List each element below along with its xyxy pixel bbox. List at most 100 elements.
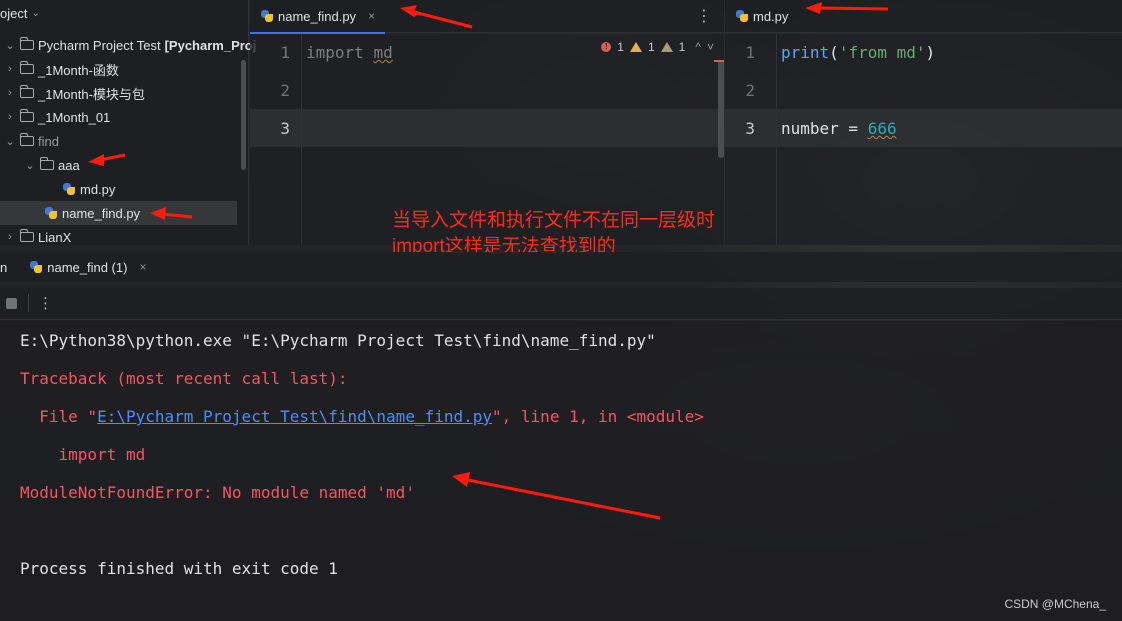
watermark: CSDN @MChena_ bbox=[1004, 597, 1106, 611]
chevron-down-icon[interactable]: ⌄ bbox=[31, 8, 39, 19]
folder-icon bbox=[20, 61, 34, 74]
expand-arrow-icon[interactable]: › bbox=[4, 87, 16, 99]
code-function: print bbox=[781, 43, 830, 62]
run-tab-label: name_find (1) bbox=[47, 259, 128, 275]
tree-item-label: find bbox=[38, 133, 59, 149]
python-file-icon bbox=[62, 182, 76, 196]
run-tool-title: n bbox=[0, 259, 8, 275]
folder-icon bbox=[40, 157, 54, 170]
previous-highlight-icon[interactable]: ^ bbox=[695, 40, 701, 54]
weak-warning-count: 1 bbox=[678, 40, 686, 54]
tree-item-md-py[interactable]: md.py bbox=[62, 177, 115, 201]
line-number: 1 bbox=[280, 43, 290, 62]
console-line-command: E:\Python38\python.exe "E:\Pycharm Proje… bbox=[20, 331, 656, 350]
code-keyword: import bbox=[306, 43, 364, 62]
tree-item-aaa[interactable]: ⌄ aaa bbox=[24, 153, 80, 177]
console-line-source: import md bbox=[20, 445, 146, 464]
tree-item-label: name_find.py bbox=[62, 205, 141, 221]
editor-gutter bbox=[725, 34, 777, 245]
code-number: 666 bbox=[867, 119, 897, 138]
tree-item-name-find-py[interactable]: name_find.py bbox=[0, 201, 237, 225]
more-options-icon[interactable]: ⋮ bbox=[696, 6, 712, 26]
expand-arrow-icon[interactable]: ⌄ bbox=[4, 135, 16, 148]
expand-arrow-icon[interactable]: › bbox=[4, 111, 16, 123]
line-number: 1 bbox=[745, 43, 755, 62]
python-file-icon bbox=[260, 9, 274, 23]
folder-icon bbox=[20, 85, 34, 98]
tab-run-name-find[interactable]: name_find (1) × bbox=[29, 252, 146, 282]
error-count: 1 bbox=[617, 40, 624, 54]
console-line-traceback: Traceback (most recent call last): bbox=[20, 369, 348, 388]
tab-label: md.py bbox=[753, 8, 789, 24]
tree-root-suffix: [Pycharm_Proj bbox=[164, 37, 257, 53]
tree-root-label: Pycharm Project Test bbox=[38, 37, 161, 53]
more-options-icon[interactable]: ⋮ bbox=[38, 294, 53, 312]
editor-gutter bbox=[250, 34, 302, 245]
editor-left-tabbar: name_find.py × ⋮ bbox=[250, 0, 724, 34]
console-file-link[interactable]: E:\Pycharm Project Test\find\name_find.p… bbox=[97, 407, 492, 426]
annotation-line-1: 当导入文件和执行文件不在同一层级时 bbox=[392, 210, 716, 231]
run-tabbar: n name_find (1) × bbox=[0, 252, 1122, 282]
tree-item-label: _1Month-模块与包 bbox=[38, 86, 145, 102]
next-highlight-icon[interactable]: ˅ bbox=[707, 40, 714, 54]
error-icon: ! bbox=[601, 42, 612, 52]
tree-item-find[interactable]: ⌄ find bbox=[4, 129, 59, 153]
python-file-icon bbox=[29, 260, 43, 274]
tree-item-1month-modules[interactable]: › _1Month-模块与包 bbox=[4, 81, 145, 105]
code-paren: ) bbox=[925, 43, 936, 62]
code-module-name: md bbox=[373, 43, 393, 62]
python-file-icon bbox=[44, 206, 58, 220]
folder-icon bbox=[20, 133, 34, 146]
tree-item-lianx[interactable]: › LianX bbox=[4, 225, 71, 249]
close-icon[interactable]: × bbox=[368, 9, 375, 23]
close-icon[interactable]: × bbox=[139, 260, 146, 274]
inspection-widget[interactable]: ! 1 1 1 ^ ˅ bbox=[601, 40, 714, 54]
folder-icon bbox=[20, 109, 34, 122]
line-number: 3 bbox=[280, 119, 290, 138]
tab-name-find-py[interactable]: name_find.py × bbox=[250, 0, 386, 34]
run-toolbar: ⋮ bbox=[0, 288, 1122, 320]
line-number: 2 bbox=[280, 81, 290, 100]
weak-warning-icon bbox=[660, 42, 673, 52]
project-header-label: oject bbox=[0, 5, 28, 21]
console-line-file: File "E:\Pycharm Project Test\find\name_… bbox=[20, 407, 704, 426]
tree-item-label: _1Month-函数 bbox=[38, 62, 119, 78]
editor-right[interactable]: 1 2 3 print('from md') number = 666 bbox=[725, 34, 1122, 245]
console-text: File " bbox=[20, 407, 98, 426]
tree-item-label: _1Month_01 bbox=[38, 109, 111, 125]
tree-item-label: LianX bbox=[38, 229, 72, 245]
code-line-3[interactable]: number = 666 bbox=[781, 119, 897, 138]
expand-arrow-icon[interactable]: › bbox=[4, 231, 16, 243]
tree-item-label: md.py bbox=[80, 181, 116, 197]
python-file-icon bbox=[735, 9, 749, 23]
tree-item-1month-01[interactable]: › _1Month_01 bbox=[4, 105, 110, 129]
console-line-exit: Process finished with exit code 1 bbox=[20, 559, 338, 578]
tab-label: name_find.py bbox=[278, 8, 357, 24]
code-line-1[interactable]: print('from md') bbox=[781, 43, 935, 62]
console-output[interactable]: E:\Python38\python.exe "E:\Pycharm Proje… bbox=[0, 321, 1122, 621]
code-line-1[interactable]: import md bbox=[306, 43, 393, 62]
editor-scrollbar[interactable] bbox=[718, 60, 724, 158]
expand-arrow-icon[interactable]: ⌄ bbox=[4, 39, 16, 52]
folder-icon bbox=[20, 37, 34, 50]
console-line-error: ModuleNotFoundError: No module named 'md… bbox=[20, 483, 415, 502]
code-string: 'from md' bbox=[838, 43, 926, 62]
code-paren: ( bbox=[829, 43, 839, 62]
folder-icon bbox=[20, 229, 34, 242]
line-number: 3 bbox=[745, 119, 755, 138]
line-number: 2 bbox=[745, 81, 755, 100]
current-line-highlight bbox=[250, 109, 724, 147]
stop-icon[interactable] bbox=[6, 298, 17, 309]
tree-root[interactable]: ⌄ Pycharm Project Test [Pycharm_Proj bbox=[4, 33, 256, 57]
warning-count: 1 bbox=[647, 40, 655, 54]
project-header[interactable]: oject ⌄ bbox=[0, 0, 248, 26]
code-variable: number = bbox=[781, 119, 868, 138]
expand-arrow-icon[interactable]: ⌄ bbox=[24, 159, 36, 172]
tab-md-py[interactable]: md.py bbox=[725, 0, 798, 33]
project-scrollbar[interactable] bbox=[241, 60, 246, 170]
expand-arrow-icon[interactable]: › bbox=[4, 63, 16, 75]
toolbar-divider bbox=[28, 294, 29, 312]
editor-right-tabbar: md.py bbox=[725, 0, 1122, 33]
warning-icon bbox=[629, 42, 642, 52]
tree-item-1month-functions[interactable]: › _1Month-函数 bbox=[4, 57, 119, 81]
